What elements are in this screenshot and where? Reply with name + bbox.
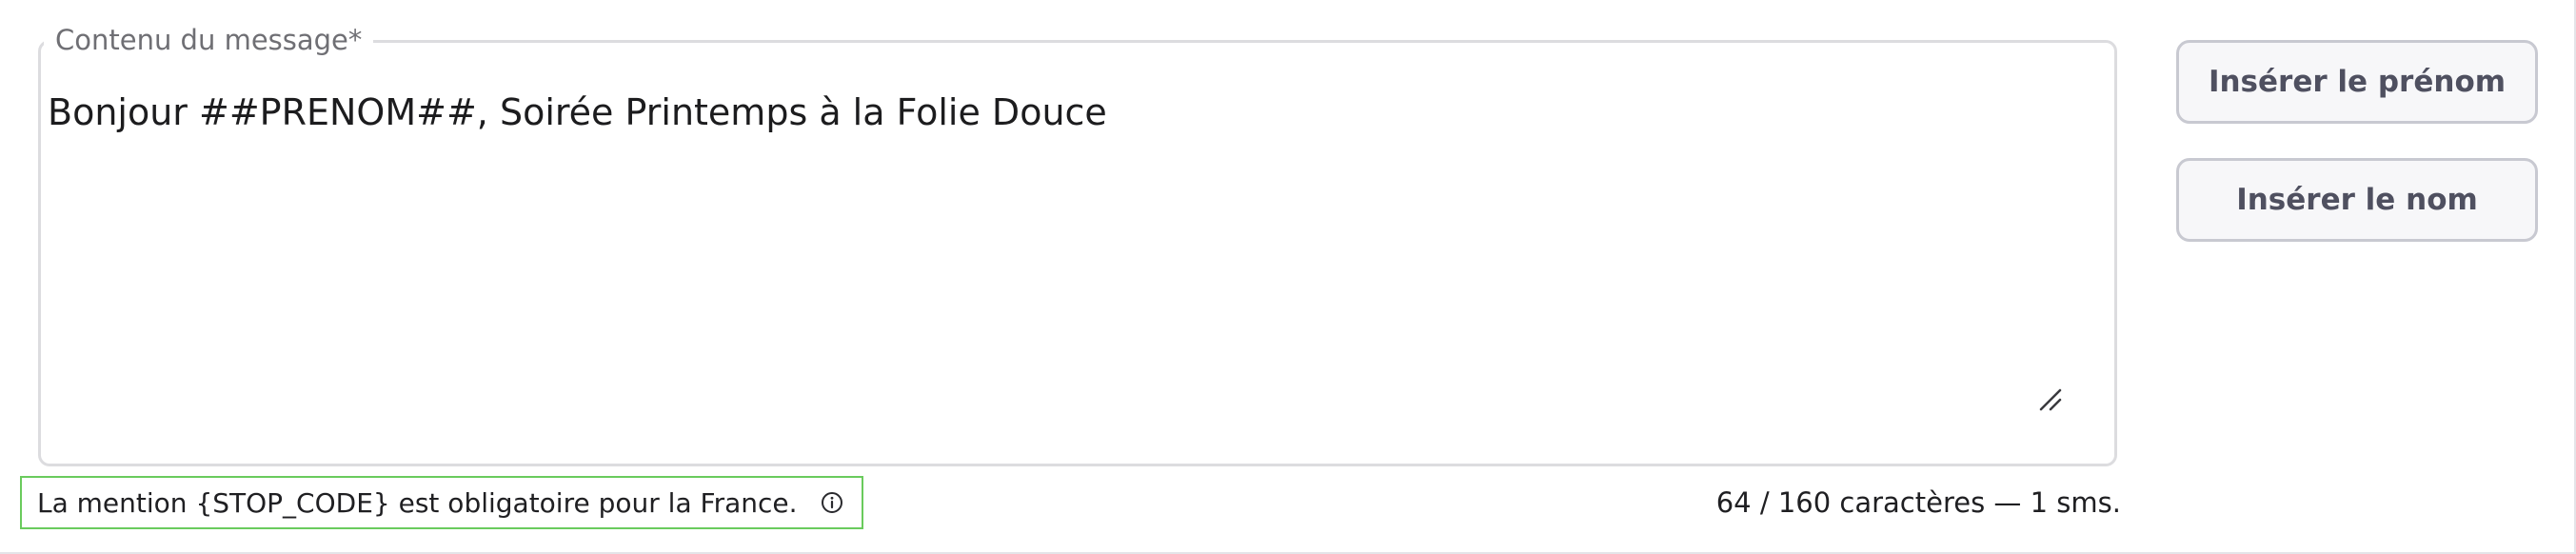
character-counter: 64 / 160 caractères — 1 sms. (1715, 486, 2121, 519)
resize-handle-icon[interactable] (2037, 386, 2062, 411)
message-field-label: Contenu du message* (44, 19, 374, 61)
info-circle-icon[interactable] (821, 491, 843, 514)
insert-last-name-button[interactable]: Insérer le nom (2176, 158, 2538, 242)
message-panel: Contenu du message* Insérer le prénom In… (0, 0, 2576, 554)
insert-first-name-button[interactable]: Insérer le prénom (2176, 40, 2538, 124)
stop-code-hint: La mention {STOP_CODE} est obligatoire p… (20, 476, 863, 529)
stop-code-hint-text: La mention {STOP_CODE} est obligatoire p… (37, 486, 798, 519)
message-textarea[interactable] (48, 89, 2047, 394)
